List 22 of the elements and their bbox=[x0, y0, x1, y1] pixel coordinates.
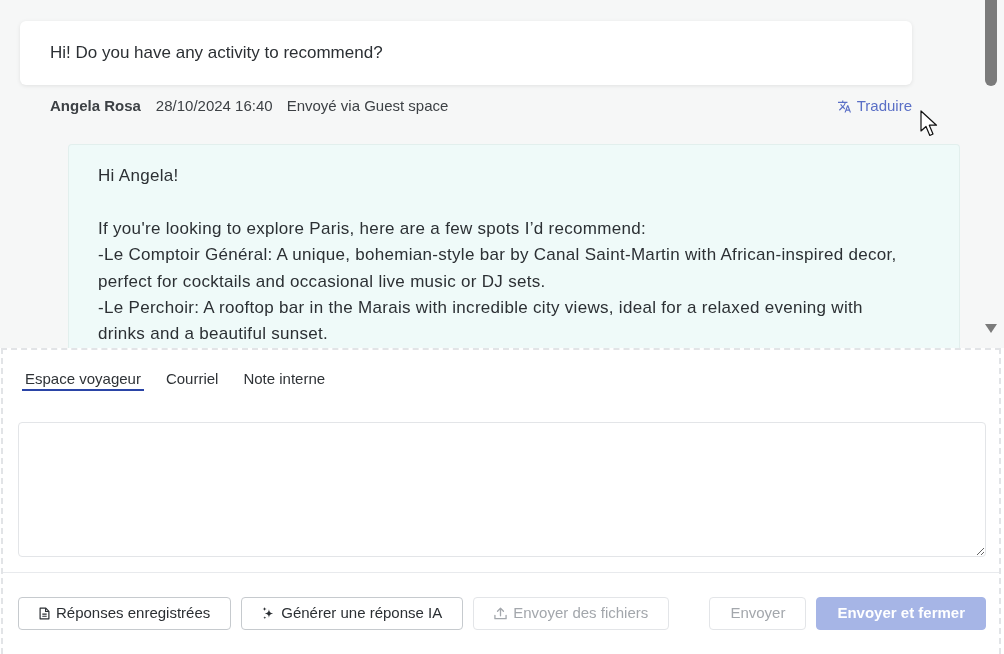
composer-tab[interactable]: Note interne bbox=[240, 369, 329, 391]
author-name: Angela Rosa bbox=[50, 95, 141, 116]
sparkle-icon bbox=[262, 607, 276, 620]
document-icon bbox=[39, 607, 50, 620]
scroll-down-arrow-icon[interactable] bbox=[985, 324, 997, 333]
reply-text: -Le Comptoir Général: A unique, bohemian-style bar by Canal Saint-Martin with African-inspired decor, perfect for cocktails and occasional live music or DJ sets. bbox=[98, 244, 898, 293]
message-field[interactable] bbox=[18, 422, 986, 557]
composer-tab[interactable]: Courriel bbox=[162, 369, 222, 391]
ai-generate-button[interactable]: Générer une réponse IA bbox=[241, 597, 464, 630]
translate-link[interactable]: Traduire bbox=[837, 94, 912, 118]
scrollbar-thumb[interactable] bbox=[985, 0, 997, 86]
reply-text: If you're looking to explore Paris, here are a few spots I’d recommend: bbox=[98, 217, 648, 240]
translate-icon bbox=[837, 99, 851, 113]
reply-text: -Le Perchoir: A rooftop bar in the Marais with incredible city views, ideal for a relaxed evening with drinks and a beautiful sunset. bbox=[98, 297, 864, 346]
mouse-pointer-icon bbox=[920, 110, 938, 137]
reply-text: Hi Angela! bbox=[98, 165, 180, 187]
message-text: Hi! Do you have any activity to recommend? bbox=[50, 42, 383, 65]
channel-label: Envoyé via Guest space bbox=[286, 95, 449, 116]
upload-icon bbox=[494, 607, 508, 620]
saved-replies-button[interactable]: Réponses enregistrées bbox=[18, 597, 232, 630]
composer-tab[interactable]: Espace voyageur bbox=[22, 369, 144, 391]
timestamp: 28/10/2024 16:40 bbox=[155, 95, 273, 116]
